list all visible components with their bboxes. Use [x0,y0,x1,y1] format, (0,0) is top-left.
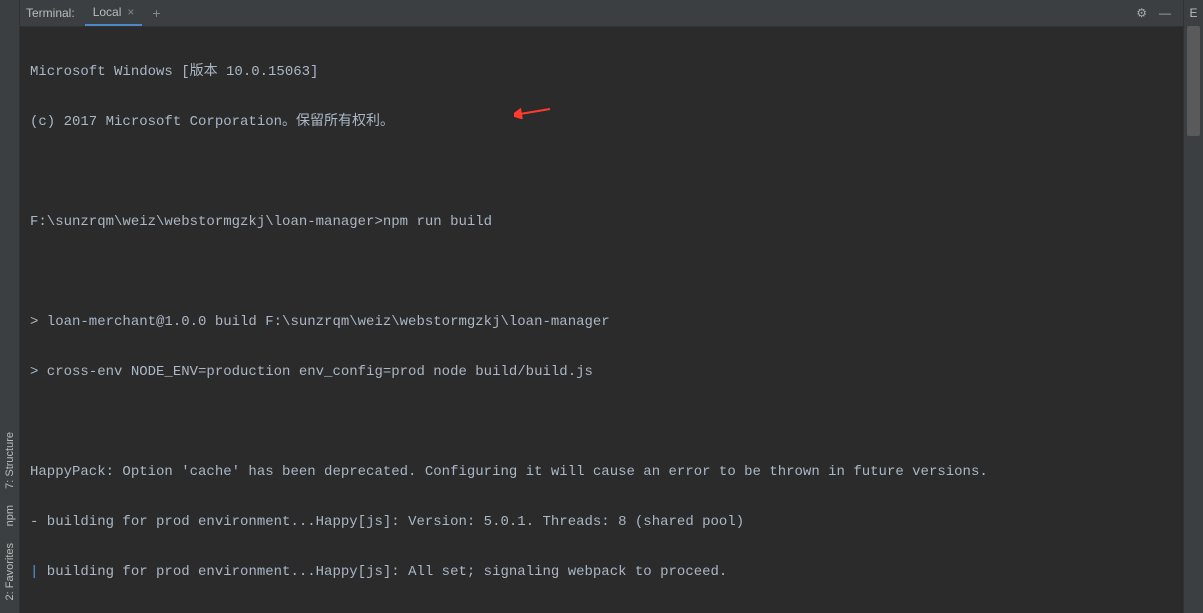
left-tool-gutter: 7: Structure npm 2: Favorites [0,0,20,613]
new-tab-button[interactable]: + [142,5,170,21]
term-line [30,160,1173,185]
term-line: - building for prod environment...Happy[… [30,510,1173,535]
term-line: HappyPack: Option 'cache' has been depre… [30,460,1173,485]
close-icon[interactable]: × [127,5,134,19]
right-tool-button[interactable]: E [1184,0,1203,26]
annotation-arrow-icon [514,105,554,119]
favorites-tool-button[interactable]: 2: Favorites [2,535,18,608]
terminal-output[interactable]: Microsoft Windows [版本 10.0.15063] (c) 20… [20,27,1183,613]
minimize-button[interactable]: — [1153,6,1177,20]
term-line: > cross-env NODE_ENV=production env_conf… [30,360,1173,385]
minimize-icon: — [1159,6,1171,20]
terminal-scrollbar[interactable] [1184,26,1203,613]
gear-icon: ⚙ [1136,6,1147,20]
terminal-tab-local[interactable]: Local × [85,0,143,26]
main-area: Terminal: Local × + ⚙ — Microsoft Window… [20,0,1183,613]
scrollbar-thumb[interactable] [1187,26,1200,136]
settings-button[interactable]: ⚙ [1130,6,1153,20]
terminal-title: Terminal: [26,6,75,20]
term-line-prompt: F:\sunzrqm\weiz\webstormgzkj\loan-manage… [30,210,1173,235]
term-line [30,410,1173,435]
right-gutter: E [1183,0,1203,613]
term-line: > loan-merchant@1.0.0 build F:\sunzrqm\w… [30,310,1173,335]
term-line: Microsoft Windows [版本 10.0.15063] [30,60,1173,85]
term-line [30,260,1173,285]
term-line: | building for prod environment...Happy[… [30,560,1173,585]
terminal-tab-bar: Terminal: Local × + ⚙ — [20,0,1183,27]
plus-icon: + [152,5,160,21]
structure-tool-button[interactable]: 7: Structure [2,424,18,497]
npm-tool-button[interactable]: npm [2,497,18,534]
term-line: (c) 2017 Microsoft Corporation。保留所有权利。 [30,110,1173,135]
tab-label: Local [93,5,122,19]
